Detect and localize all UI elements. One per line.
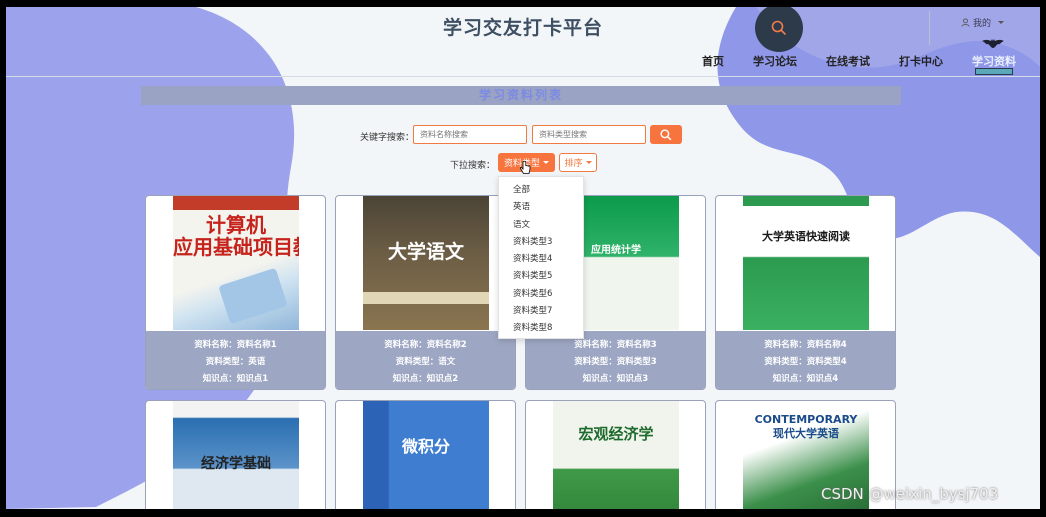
user-menu-label: 我的	[973, 19, 992, 29]
knowledge-point: 知识点：知识点4	[772, 374, 839, 384]
material-card[interactable]: 计算机 应用基础项目教程 资料名称：资料名称1 资料类型：英语 知识点：知识点1	[145, 195, 326, 390]
nav-active-indicator	[975, 68, 1013, 75]
material-type-dropdown-menu: 全部 英语 语文 资料类型3 资料类型4 资料类型5 资料类型6 资料类型7 资…	[498, 176, 584, 339]
chevron-down-icon	[998, 21, 1005, 24]
user-icon	[961, 18, 970, 27]
material-type: 资料类型：语文	[395, 357, 456, 367]
card-info: 资料名称：资料名称2 资料类型：语文 知识点：知识点2	[336, 331, 515, 389]
book-cover-title: 大学语文	[387, 241, 464, 263]
keyword-search-label: 关键字搜索：	[360, 133, 415, 143]
site-title: 学习交友打卡平台	[442, 17, 603, 39]
sort-button-label: 排序	[564, 159, 583, 169]
book-cover-image: 大学英语快速阅读	[743, 196, 869, 330]
book-cover-title: 经济学基础	[201, 456, 271, 472]
book-cover-image: 计算机 应用基础项目教程	[173, 196, 299, 330]
book-cover-title: CONTEMPORARY 现代大学英语	[754, 413, 858, 440]
material-name: 资料名称：资料名称4	[764, 340, 847, 350]
user-menu[interactable]: 我的	[961, 16, 1005, 29]
material-card[interactable]: 大学语文 资料名称：资料名称2 资料类型：语文 知识点：知识点2	[335, 195, 516, 390]
material-type: 资料类型：资料类型4	[764, 357, 847, 367]
nav-online-exam[interactable]: 在线考试	[826, 53, 870, 69]
card-info: 资料名称：资料名称4 资料类型：资料类型4 知识点：知识点4	[716, 331, 895, 389]
chevron-down-icon	[543, 161, 549, 164]
bat-icon	[982, 39, 1004, 48]
material-type: 资料类型：英语	[205, 357, 266, 367]
material-type-search-input[interactable]	[532, 125, 646, 144]
material-name: 资料名称：资料名称2	[384, 340, 467, 350]
book-cover-title: 计算机 应用基础项目教程	[173, 213, 299, 259]
book-cover-image: 大学语文	[363, 196, 489, 330]
card-info: 资料名称：资料名称1 资料类型：英语 知识点：知识点1	[146, 331, 325, 389]
book-cover-title: 微积分	[401, 437, 450, 456]
dropdown-option[interactable]: 语文	[499, 217, 583, 234]
material-name: 资料名称：资料名称1	[194, 340, 277, 350]
material-card[interactable]: 微积分	[335, 400, 516, 509]
book-cover-image: 微积分	[363, 401, 489, 509]
material-card[interactable]: 经济学基础	[145, 400, 326, 509]
book-cover-image: 经济学基础	[173, 401, 299, 509]
search-icon	[771, 20, 787, 36]
book-cover-title: 宏观经济学	[578, 425, 654, 443]
hand-cursor-icon	[520, 161, 531, 174]
dropdown-option[interactable]: 资料类型3	[499, 234, 583, 251]
nav-home[interactable]: 首页	[702, 53, 724, 69]
dropdown-option[interactable]: 资料类型8	[499, 320, 583, 337]
knowledge-point: 知识点：知识点2	[392, 374, 459, 384]
dropdown-option[interactable]: 全部	[499, 182, 583, 199]
dropdown-option[interactable]: 资料类型4	[499, 251, 583, 268]
search-icon	[660, 128, 672, 140]
search-button[interactable]	[650, 125, 682, 144]
material-name: 资料名称：资料名称3	[574, 340, 657, 350]
main-nav: 首页 学习论坛 在线考试 打卡中心 学习资料	[6, 53, 1040, 73]
nav-checkin-center[interactable]: 打卡中心	[899, 53, 943, 69]
section-title: 学习资料列表	[141, 86, 901, 105]
header-divider	[929, 11, 930, 45]
card-info: 资料名称：资料名称3 资料类型：资料类型3 知识点：知识点3	[526, 331, 705, 389]
knowledge-point: 知识点：知识点1	[202, 374, 269, 384]
dropdown-option[interactable]: 资料类型5	[499, 268, 583, 285]
header-separator	[6, 76, 1040, 77]
knowledge-point: 知识点：知识点3	[582, 374, 649, 384]
book-cover-title: 大学英语快速阅读	[762, 230, 850, 243]
nav-forum[interactable]: 学习论坛	[753, 53, 797, 69]
dropdown-option[interactable]: 资料类型7	[499, 303, 583, 320]
book-cover-image: 宏观经济学	[553, 401, 679, 509]
dropdown-option[interactable]: 资料类型6	[499, 286, 583, 303]
dropdown-search-label: 下拉搜索：	[450, 161, 496, 171]
sort-dropdown-button[interactable]: 排序	[559, 153, 597, 172]
nav-study-materials[interactable]: 学习资料	[972, 53, 1016, 69]
material-type: 资料类型：资料类型3	[574, 357, 657, 367]
chevron-down-icon	[585, 161, 592, 164]
material-card[interactable]: 宏观经济学	[525, 400, 706, 509]
browser-viewport: 学习交友打卡平台 我的 首页 学习论坛 在线考试 打卡中心 学习资料 学习资料列…	[6, 7, 1040, 509]
watermark: CSDN @weixin_bysj703	[821, 485, 999, 503]
dropdown-option[interactable]: 英语	[499, 199, 583, 216]
material-name-search-input[interactable]	[413, 125, 527, 144]
material-card[interactable]: 大学英语快速阅读 资料名称：资料名称4 资料类型：资料类型4 知识点：知识点4	[715, 195, 896, 390]
